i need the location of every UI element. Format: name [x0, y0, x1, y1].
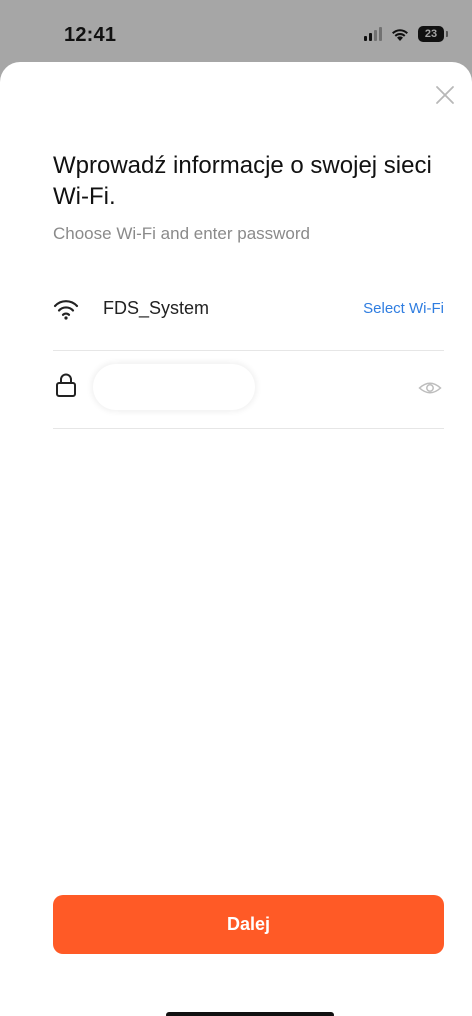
- eye-icon[interactable]: [418, 380, 442, 396]
- status-bar: 12:41 23: [0, 0, 472, 70]
- select-wifi-link[interactable]: Select Wi-Fi: [363, 300, 444, 317]
- password-row: [53, 352, 444, 429]
- wifi-icon: [53, 300, 79, 320]
- close-icon[interactable]: [432, 82, 458, 108]
- signal-icon: [364, 27, 382, 41]
- wifi-ssid-label: FDS_System: [103, 298, 210, 318]
- battery-icon: 23: [418, 26, 448, 42]
- screen: 12:41 23 Wprowadź informacje o swojej si…: [0, 0, 472, 1016]
- status-time: 12:41: [64, 24, 117, 46]
- page-title: Wprowadź informacje o swojej sieci Wi-Fi…: [53, 152, 432, 210]
- page-subtitle: Choose Wi-Fi and enter password: [53, 224, 311, 243]
- next-button[interactable]: Dalej: [53, 895, 444, 954]
- status-icons: 23: [364, 26, 448, 42]
- status-wifi-icon: [392, 28, 408, 41]
- wifi-setup-sheet: Wprowadź informacje o swojej sieci Wi-Fi…: [0, 62, 472, 1016]
- password-input[interactable]: [93, 364, 255, 410]
- lock-icon: [56, 373, 76, 397]
- wifi-network-row: FDS_System Select Wi-Fi: [53, 274, 444, 351]
- home-indicator: [166, 1012, 334, 1016]
